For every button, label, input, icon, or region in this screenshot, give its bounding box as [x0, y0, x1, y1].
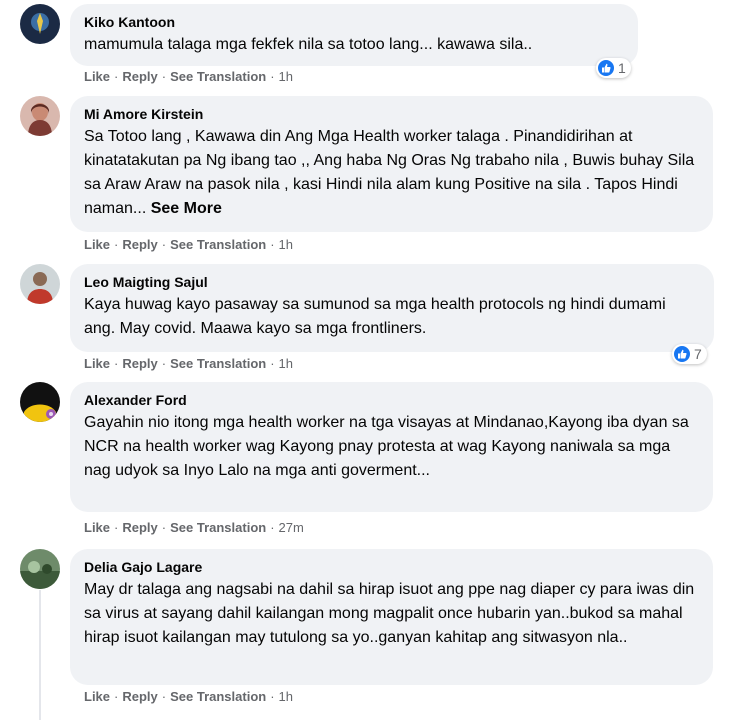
see-translation-link[interactable]: See Translation — [170, 520, 266, 535]
comment-actions: Like · Reply · See Translation · 1h — [84, 689, 293, 705]
thumbs-up-icon — [674, 346, 690, 362]
comment-bubble: Leo Maigting Sajul Kaya huwag kayo pasaw… — [70, 264, 714, 352]
reply-link[interactable]: Reply — [122, 356, 157, 371]
comment-bubble: Kiko Kantoon mamumula talaga mga fekfek … — [70, 4, 638, 66]
reaction-number: 1 — [618, 60, 626, 76]
comment-text: mamumula talaga mga fekfek nila sa totoo… — [84, 36, 533, 53]
comment-author[interactable]: Mi Amore Kirstein — [84, 105, 699, 123]
avatar[interactable] — [20, 382, 60, 422]
comment-text: Gayahin nio itong mga health worker na t… — [84, 414, 689, 479]
separator: · — [114, 69, 119, 84]
reaction-count[interactable]: 1 — [596, 58, 631, 78]
separator: · — [114, 689, 119, 704]
see-more-link[interactable]: See More — [151, 200, 222, 217]
comment-actions: Like · Reply · See Translation · 1h — [84, 69, 293, 85]
comment-actions: Like · Reply · See Translation · 1h — [84, 356, 293, 372]
like-link[interactable]: Like — [84, 69, 110, 84]
separator: · — [161, 237, 167, 252]
avatar[interactable] — [20, 549, 60, 589]
timestamp[interactable]: 1h — [279, 689, 293, 704]
separator: · — [114, 356, 119, 371]
separator: · — [270, 689, 275, 704]
see-translation-link[interactable]: See Translation — [170, 356, 266, 371]
separator: · — [114, 237, 119, 252]
comment-text: Kaya huwag kayo pasaway sa sumunod sa mg… — [84, 296, 666, 337]
like-link[interactable]: Like — [84, 356, 110, 371]
separator: · — [270, 237, 275, 252]
reply-thread-line — [39, 590, 41, 720]
separator: · — [270, 69, 275, 84]
comment-actions: Like · Reply · See Translation · 27m — [84, 520, 304, 536]
see-translation-link[interactable]: See Translation — [170, 237, 266, 252]
separator: · — [161, 356, 167, 371]
timestamp[interactable]: 1h — [279, 69, 293, 84]
like-link[interactable]: Like — [84, 520, 110, 535]
separator: · — [114, 520, 119, 535]
like-link[interactable]: Like — [84, 689, 110, 704]
see-translation-link[interactable]: See Translation — [170, 689, 266, 704]
comment-author[interactable]: Alexander Ford — [84, 391, 699, 409]
comment-text: May dr talaga ang nagsabi na dahil sa hi… — [84, 581, 695, 646]
thumbs-up-icon — [598, 60, 614, 76]
comment-bubble: Mi Amore Kirstein Sa Totoo lang , Kawawa… — [70, 96, 713, 232]
separator: · — [161, 69, 167, 84]
separator: · — [270, 520, 275, 535]
comment-bubble: Delia Gajo Lagare May dr talaga ang nags… — [70, 549, 713, 685]
avatar[interactable] — [20, 264, 60, 304]
see-translation-link[interactable]: See Translation — [170, 69, 266, 84]
timestamp[interactable]: 1h — [279, 237, 293, 252]
comment-author[interactable]: Delia Gajo Lagare — [84, 558, 699, 576]
avatar[interactable] — [20, 4, 60, 44]
reply-link[interactable]: Reply — [122, 237, 157, 252]
comment-text: Sa Totoo lang , Kawawa din Ang Mga Healt… — [84, 125, 699, 221]
reaction-number: 7 — [694, 346, 702, 362]
separator: · — [161, 689, 167, 704]
timestamp[interactable]: 27m — [279, 520, 304, 535]
reply-link[interactable]: Reply — [122, 69, 157, 84]
comment-author[interactable]: Leo Maigting Sajul — [84, 273, 700, 291]
comment-author[interactable]: Kiko Kantoon — [84, 13, 624, 31]
timestamp[interactable]: 1h — [279, 356, 293, 371]
reply-link[interactable]: Reply — [122, 689, 157, 704]
separator: · — [161, 520, 167, 535]
separator: · — [270, 356, 275, 371]
like-link[interactable]: Like — [84, 237, 110, 252]
comment-bubble: Alexander Ford Gayahin nio itong mga hea… — [70, 382, 713, 512]
reaction-count[interactable]: 7 — [672, 344, 707, 364]
avatar[interactable] — [20, 96, 60, 136]
comment-actions: Like · Reply · See Translation · 1h — [84, 237, 293, 253]
reply-link[interactable]: Reply — [122, 520, 157, 535]
